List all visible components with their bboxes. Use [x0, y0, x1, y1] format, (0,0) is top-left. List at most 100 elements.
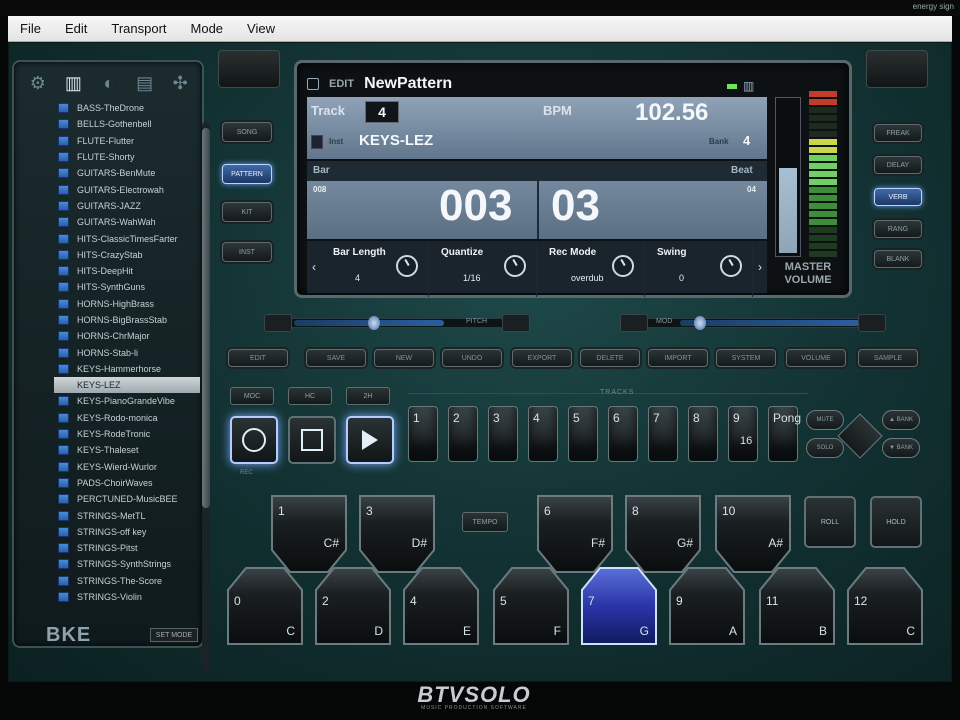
solo-button[interactable]: SOLO: [806, 438, 844, 458]
play-button[interactable]: [346, 416, 394, 464]
list-item[interactable]: STRINGS-The-Score: [54, 573, 200, 589]
menu-file[interactable]: File: [8, 21, 53, 36]
list-item[interactable]: FLUTE-Flutter: [54, 133, 200, 149]
bank-value[interactable]: 4: [743, 133, 750, 148]
menu-edit[interactable]: Edit: [53, 21, 99, 36]
list-item[interactable]: KEYS-Hammerhorse: [54, 361, 200, 377]
pattern-name[interactable]: NewPattern: [364, 75, 452, 93]
pad-5[interactable]: 5F: [492, 566, 570, 646]
track-9-button[interactable]: 9 16: [728, 406, 758, 462]
list-item[interactable]: STRINGS-Pitst: [54, 540, 200, 556]
volume-fader[interactable]: [775, 97, 801, 257]
pitch-thumb[interactable]: [368, 316, 380, 330]
list-item[interactable]: STRINGS-off key: [54, 524, 200, 540]
mod-slider[interactable]: MOD: [620, 314, 886, 332]
pad-8[interactable]: 8 G#: [624, 494, 702, 574]
pad-11[interactable]: 11 B: [758, 566, 836, 646]
settings-tab-icon[interactable]: ⚙: [24, 70, 52, 96]
drums-tab-icon[interactable]: ◐: [95, 70, 123, 96]
list-item[interactable]: STRINGS-SynthStrings: [54, 556, 200, 572]
fn-import-button[interactable]: IMPORT: [648, 349, 708, 367]
scroll-thumb[interactable]: [202, 128, 210, 508]
bpm-value[interactable]: 102.56: [635, 99, 708, 127]
pad-10[interactable]: 10 A#: [714, 494, 792, 574]
top-left-pad[interactable]: [218, 50, 280, 88]
knob-left-arrow[interactable]: ‹: [307, 241, 321, 293]
fx-verb-button[interactable]: VERB: [874, 188, 922, 206]
pad-12[interactable]: 12 C: [846, 566, 924, 646]
small-2h-button[interactable]: 2H: [346, 387, 390, 405]
bank-down-button[interactable]: ▼ BANK: [882, 438, 920, 458]
pad-3[interactable]: 3 D#: [358, 494, 436, 574]
fn-undo-button[interactable]: UNDO: [442, 349, 502, 367]
list-item[interactable]: HITS-ClassicTimesFarter: [54, 230, 200, 246]
set-mode-button[interactable]: SET MODE: [150, 628, 198, 642]
fn-volume-button[interactable]: VOLUME: [786, 349, 846, 367]
list-item[interactable]: HORNS-BigBrassStab: [54, 312, 200, 328]
pad-6[interactable]: 6 F#: [536, 494, 614, 574]
list-item[interactable]: HITS-DeepHit: [54, 263, 200, 279]
list-item[interactable]: KEYS-Rodo-monica: [54, 410, 200, 426]
fn-save-button[interactable]: SAVE: [306, 349, 366, 367]
fn-export-button[interactable]: EXPORT: [512, 349, 572, 367]
list-item[interactable]: PERCTUNED-MusicBEE: [54, 491, 200, 507]
list-item[interactable]: GUITARS-BenMute: [54, 165, 200, 181]
browser-scrollbar[interactable]: [202, 122, 210, 672]
tempo-button[interactable]: TEMPO: [462, 512, 508, 532]
list-item[interactable]: HORNS-ChrMajor: [54, 328, 200, 344]
track-10-button[interactable]: Pong: [768, 406, 801, 462]
fn-delete-button[interactable]: DELETE: [580, 349, 640, 367]
list-item[interactable]: STRINGS-MetTL: [54, 507, 200, 523]
pad-0[interactable]: 0C: [226, 566, 304, 646]
knob-dial[interactable]: [612, 255, 634, 277]
knob-dial[interactable]: [720, 255, 742, 277]
pad-9[interactable]: 9A: [668, 566, 746, 646]
knob-right-arrow[interactable]: ›: [753, 241, 767, 293]
track-2-button[interactable]: 2: [448, 406, 478, 462]
menu-mode[interactable]: Mode: [179, 21, 236, 36]
list-item[interactable]: HORNS-HighBrass: [54, 296, 200, 312]
top-right-pad[interactable]: [866, 50, 928, 88]
track-6-button[interactable]: 6: [608, 406, 638, 462]
list-item[interactable]: GUITARS-WahWah: [54, 214, 200, 230]
menu-transport[interactable]: Transport: [99, 21, 178, 36]
list-item[interactable]: HORNS-Stab-li: [54, 344, 200, 360]
fn-edit-button[interactable]: EDIT: [228, 349, 288, 367]
track-4-button[interactable]: 4: [528, 406, 558, 462]
piano-roll-icon[interactable]: ▥: [743, 79, 754, 93]
bank-up-button[interactable]: ▲ BANK: [882, 410, 920, 430]
fx-delay-button[interactable]: DELAY: [874, 156, 922, 174]
knob-dial[interactable]: [504, 255, 526, 277]
mode-song-button[interactable]: SONG: [222, 122, 272, 142]
keys-tab-icon[interactable]: ▥: [59, 70, 87, 96]
mode-kit-button[interactable]: KIT: [222, 202, 272, 222]
hold-button[interactable]: HOLD: [870, 496, 922, 548]
list-item[interactable]: KEYS-RodeTronic: [54, 426, 200, 442]
list-item[interactable]: KEYS-Thaleset: [54, 442, 200, 458]
list-item[interactable]: KEYS-LEZ: [54, 377, 200, 394]
mute-button[interactable]: MUTE: [806, 410, 844, 430]
track-8-button[interactable]: 8: [688, 406, 718, 462]
track-7-button[interactable]: 7: [648, 406, 678, 462]
record-button[interactable]: [230, 416, 278, 464]
fn-system-button[interactable]: SYSTEM: [716, 349, 776, 367]
track-5-button[interactable]: 5: [568, 406, 598, 462]
pad-2[interactable]: 2D: [314, 566, 392, 646]
knob-dial[interactable]: [396, 255, 418, 277]
fn-new-button[interactable]: NEW: [374, 349, 434, 367]
list-item[interactable]: GUITARS-Electrowah: [54, 181, 200, 197]
pitch-slider[interactable]: PITCH: [264, 314, 530, 332]
instrument-name[interactable]: KEYS-LEZ: [359, 132, 433, 149]
roll-button[interactable]: ROLL: [804, 496, 856, 548]
mod-thumb[interactable]: [694, 316, 706, 330]
fx-tab-icon[interactable]: ✣: [166, 70, 194, 96]
list-item[interactable]: HITS-SynthGuns: [54, 279, 200, 295]
track-1-button[interactable]: 1: [408, 406, 438, 462]
small-hc-button[interactable]: HC: [288, 387, 332, 405]
small-moc-button[interactable]: MOC: [230, 387, 274, 405]
mode-pattern-button[interactable]: PATTERN: [222, 164, 272, 184]
pad-4[interactable]: 4E: [402, 566, 480, 646]
pad-7[interactable]: 7G: [580, 566, 658, 646]
list-item[interactable]: FLUTE-Shorty: [54, 149, 200, 165]
list-item[interactable]: PADS-ChoirWaves: [54, 475, 200, 491]
